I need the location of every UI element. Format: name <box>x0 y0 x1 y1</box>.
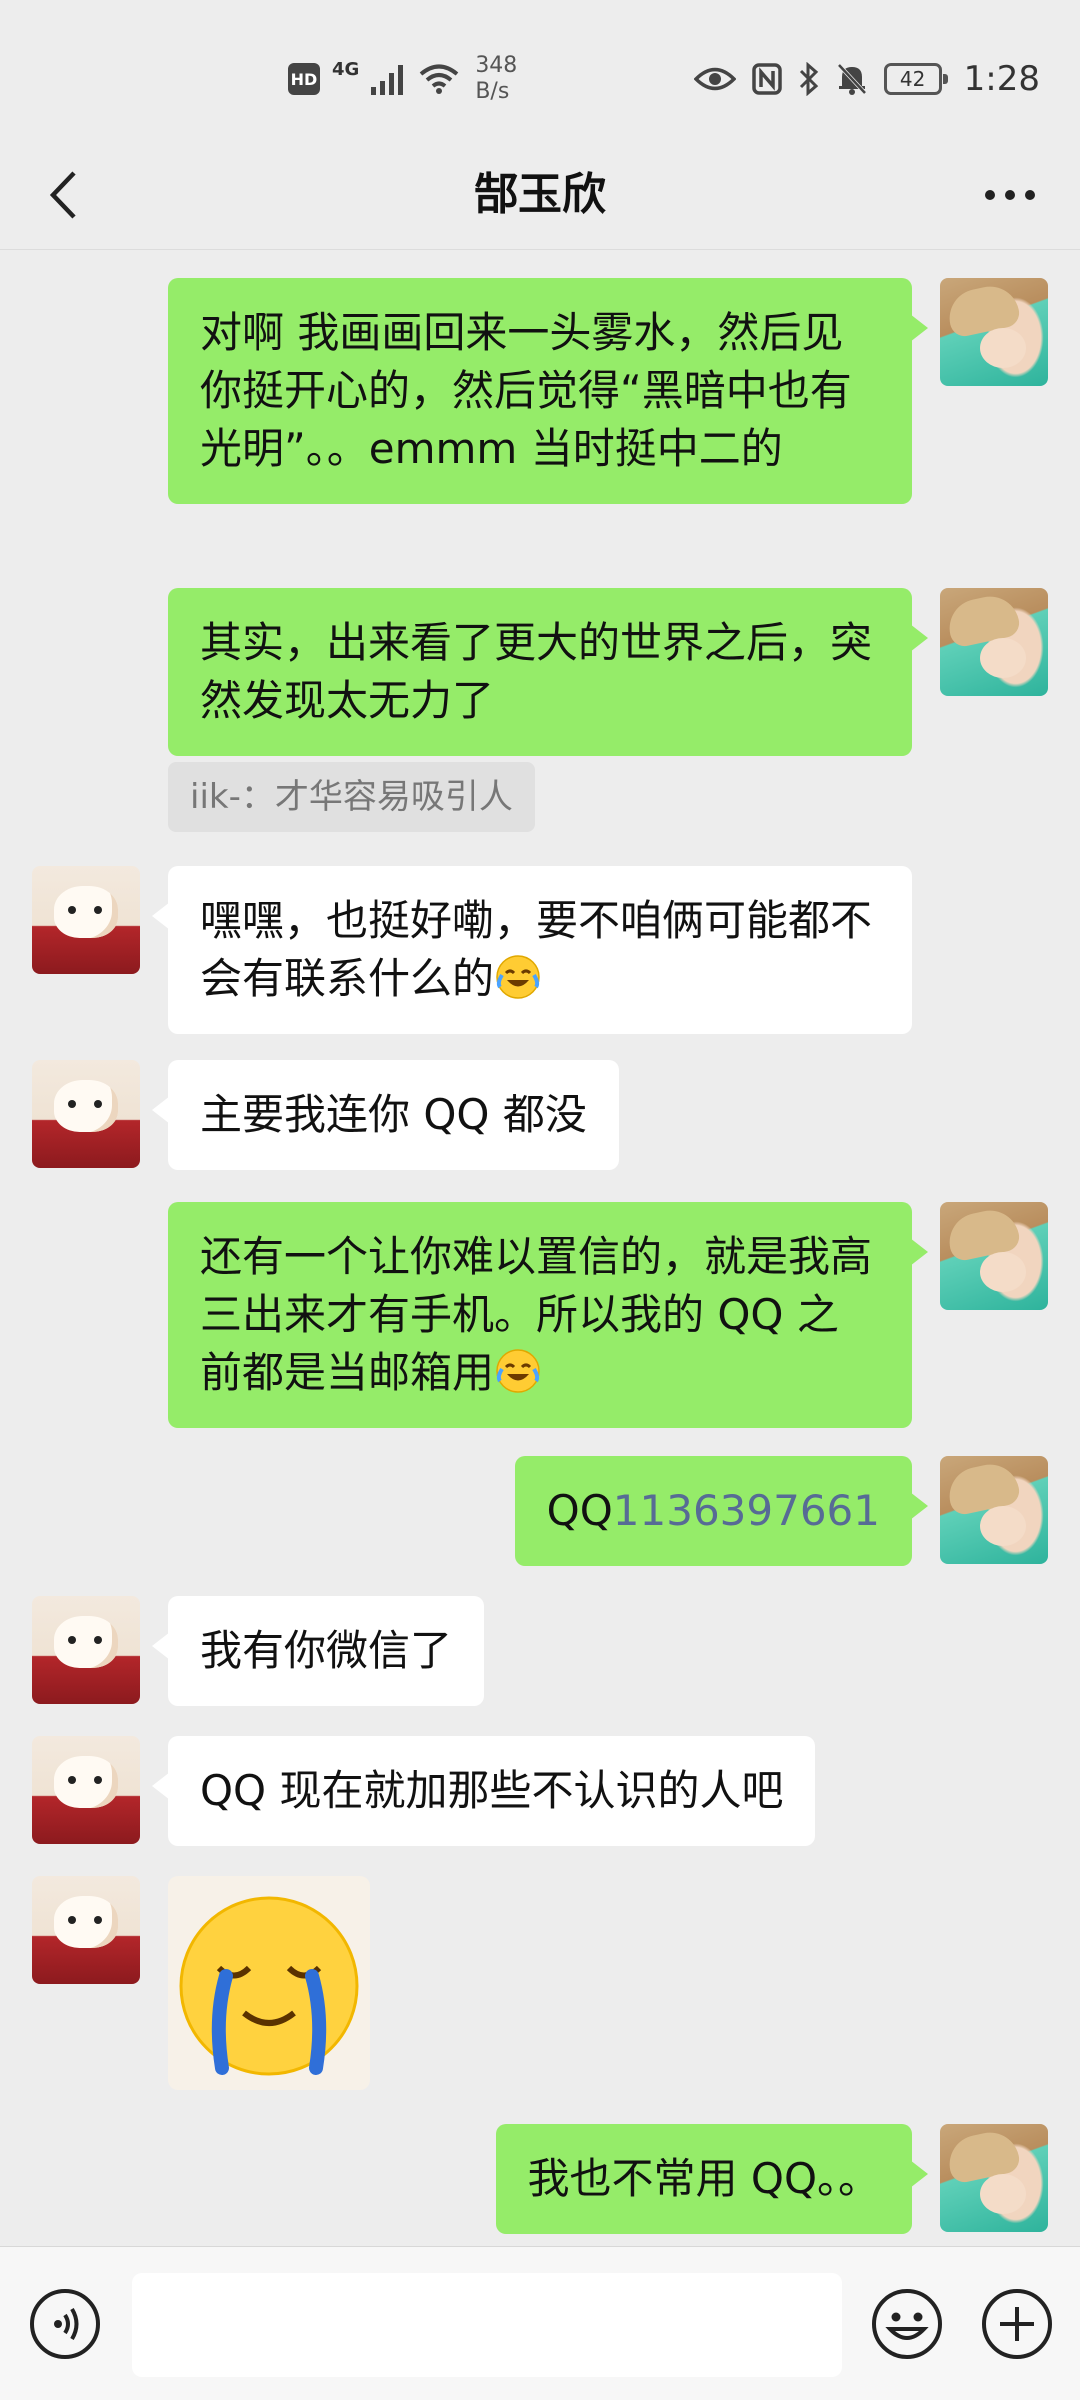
bluetooth-icon <box>799 62 818 96</box>
eye-icon <box>693 67 736 91</box>
message-text: 我有你微信了 <box>200 1626 453 1675</box>
avatar-contact[interactable] <box>32 1736 140 1844</box>
wifi-icon <box>420 64 459 94</box>
mute-bell-icon <box>837 63 867 95</box>
more-dots-icon <box>985 190 1035 200</box>
message-text: 对啊 我画画回来一头雾水，然后见你挺开心的，然后觉得“黑暗中也有光明”。。emm… <box>200 308 852 473</box>
avatar-contact[interactable] <box>32 1876 140 1984</box>
crying-smile-icon <box>179 1896 359 2076</box>
hd-badge: HD <box>288 63 320 95</box>
qq-number-link[interactable]: 1136397661 <box>613 1486 880 1535</box>
status-time: 1:28 <box>963 59 1040 99</box>
chat-title: 郜玉欣 <box>474 169 606 220</box>
network-type: 4G <box>332 58 360 80</box>
emoji-icon[interactable] <box>870 2287 944 2361</box>
avatar-me[interactable] <box>940 278 1048 386</box>
avatar-contact[interactable] <box>32 866 140 974</box>
message-text: 主要我连你 QQ 都没 <box>200 1090 587 1139</box>
message-bubble-sent[interactable]: QQ1136397661 <box>514 1456 929 1566</box>
crying-smile-sticker[interactable] <box>168 1876 370 2090</box>
message-text: 我也不常用 QQ。。 <box>527 2154 880 2203</box>
message-bubble-received[interactable]: 我有你微信了 <box>151 1596 485 1706</box>
more-button[interactable] <box>970 160 1050 230</box>
message-bubble-sent[interactable]: 其实，出来看了更大的世界之后，突然发现太无力了 <box>168 588 928 756</box>
message-bubble-received[interactable]: QQ 现在就加那些不认识的人吧 <box>151 1736 816 1846</box>
battery-indicator: 42 <box>883 63 948 95</box>
avatar-contact[interactable] <box>32 1596 140 1704</box>
message-text: QQ 现在就加那些不认识的人吧 <box>200 1766 784 1815</box>
message-bubble-received[interactable]: 主要我连你 QQ 都没 <box>152 1060 619 1170</box>
network-speed: 348 B/s <box>475 53 517 105</box>
speed-value: 348 <box>475 53 518 78</box>
voice-icon[interactable] <box>28 2287 102 2361</box>
avatar-me[interactable] <box>940 1456 1048 1564</box>
nfc-icon <box>751 63 782 95</box>
signal-icon <box>371 65 404 95</box>
status-right: 42 1:28 <box>693 52 1040 106</box>
message-bubble-sent[interactable]: 我也不常用 QQ。。 <box>495 2124 929 2234</box>
message-text: 其实，出来看了更大的世界之后，突然发现太无力了 <box>200 618 873 725</box>
chat-header: 郜玉欣 <box>0 140 1080 250</box>
avatar-me[interactable] <box>940 2124 1048 2232</box>
laughing-tears-emoji-icon <box>496 955 540 999</box>
laughing-tears-emoji-icon <box>496 1349 540 1393</box>
message-bubble-sent[interactable]: 对啊 我画画回来一头雾水，然后见你挺开心的，然后觉得“黑暗中也有光明”。。emm… <box>168 278 928 504</box>
input-bar <box>0 2246 1080 2400</box>
avatar-me[interactable] <box>940 1202 1048 1310</box>
message-text: QQ <box>546 1486 613 1535</box>
speed-unit: B/s <box>475 79 510 104</box>
message-bubble-received[interactable]: 嘿嘿，也挺好嘞，要不咱俩可能都不会有联系什么的 <box>152 866 912 1034</box>
message-bubble-sent[interactable]: 还有一个让你难以置信的，就是我高三出来才有手机。所以我的 QQ 之前都是当邮箱用 <box>168 1202 928 1428</box>
message-input[interactable] <box>132 2273 842 2377</box>
status-bar: HD 4G 348 B/s 42 1:28 <box>0 0 1080 160</box>
chevron-left-icon <box>49 171 76 219</box>
quoted-message[interactable]: iik-：才华容易吸引人 <box>168 762 535 832</box>
avatar-contact[interactable] <box>32 1060 140 1168</box>
plus-icon[interactable] <box>980 2287 1054 2361</box>
avatar-me[interactable] <box>940 588 1048 696</box>
back-button[interactable] <box>28 160 98 230</box>
status-left: HD 4G 348 B/s <box>288 52 517 106</box>
